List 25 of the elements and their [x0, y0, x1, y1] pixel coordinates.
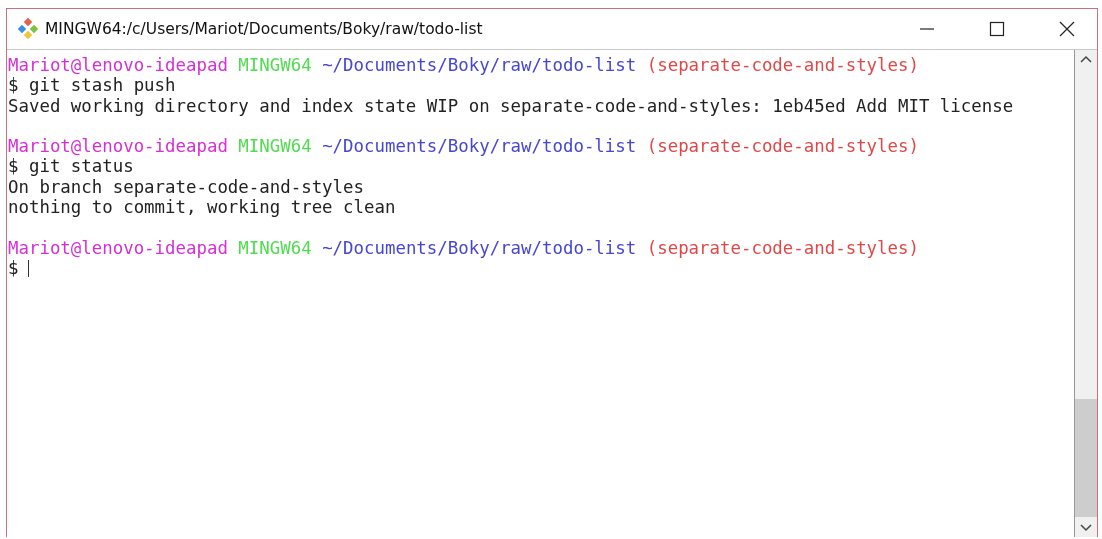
prompt-text: Mariot@lenovo-ideapad [8, 55, 228, 75]
prompt-text: Mariot@lenovo-ideapad [8, 237, 228, 258]
scrollbar-thumb[interactable] [1075, 399, 1097, 517]
prompt-text: (separate-code-and-styles) [646, 237, 919, 258]
prompt-text: ~/Documents/Boky/raw/todo-list [322, 136, 637, 157]
terminal-text: nothing to commit, working tree clean [8, 197, 396, 218]
prompt-text: MINGW64 [238, 237, 312, 258]
window-title: MINGW64:/c/Users/Mariot/Documents/Boky/raw/todo-list [45, 20, 483, 38]
terminal-text: $ git stash push [8, 75, 176, 96]
maximize-icon[interactable] [989, 21, 1005, 37]
terminal-text: On branch separate-code-and-styles [8, 176, 364, 197]
prompt-text: MINGW64 [238, 55, 312, 75]
diamond-logo-icon [17, 18, 39, 40]
prompt-text: ~/Documents/Boky/raw/todo-list [322, 237, 637, 258]
prompt-text: ~/Documents/Boky/raw/todo-list [322, 55, 637, 75]
terminal-text: Saved working directory and index state WIP on separate-code-and-styles: 1eb45ed Add MIT license [8, 95, 1014, 116]
close-icon[interactable] [1059, 21, 1075, 37]
prompt-text: MINGW64 [238, 136, 312, 157]
prompt-sign: $ [8, 257, 19, 278]
prompt-text: (separate-code-and-styles) [646, 55, 919, 75]
text-cursor [28, 259, 30, 277]
prompt-text: (separate-code-and-styles) [646, 136, 919, 157]
terminal-text: $ git status [8, 156, 134, 177]
prompt-text: Mariot@lenovo-ideapad [8, 136, 228, 157]
scrollbar[interactable] [1074, 50, 1097, 537]
